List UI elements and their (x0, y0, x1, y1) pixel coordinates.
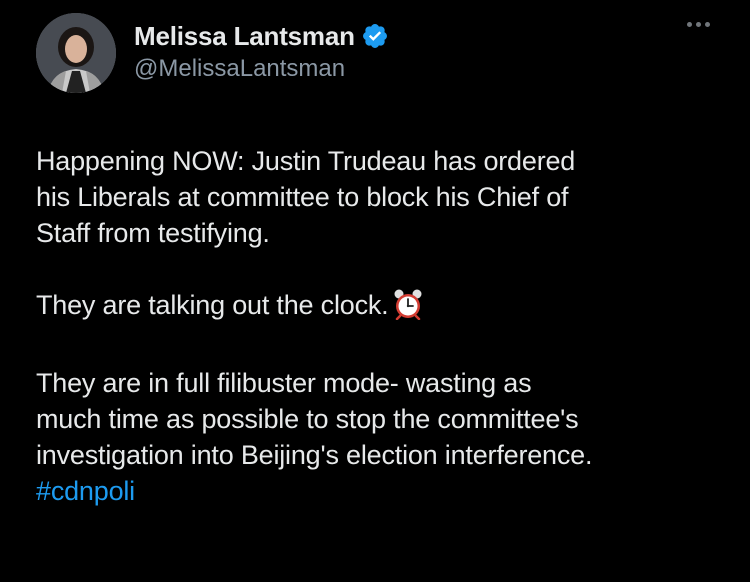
text-line: his Liberals at committee to block his C… (36, 182, 569, 212)
text-line: investigation into Beijing's election in… (36, 440, 593, 470)
author-name-row: Melissa Lantsman (134, 19, 389, 53)
more-dot (687, 22, 692, 27)
more-dot (696, 22, 701, 27)
tweet-paragraph-1: Happening NOW: Justin Trudeau has ordere… (36, 143, 726, 251)
text-line: They are talking out the clock. (36, 290, 389, 320)
text-line: much time as possible to stop the commit… (36, 404, 579, 434)
avatar-image (36, 13, 116, 93)
tweet-header: Melissa Lantsman @MelissaLantsman (134, 19, 389, 83)
text-line: They are in full filibuster mode- wastin… (36, 368, 532, 398)
text-line: Happening NOW: Justin Trudeau has ordere… (36, 146, 576, 176)
alarm-clock-icon (393, 288, 423, 329)
verified-badge-icon (361, 22, 389, 50)
profile-avatar[interactable] (36, 13, 116, 93)
more-dot (705, 22, 710, 27)
text-line: Staff from testifying. (36, 218, 270, 248)
tweet-text: Happening NOW: Justin Trudeau has ordere… (36, 143, 726, 509)
hashtag-link[interactable]: #cdnpoli (36, 476, 135, 506)
more-options-icon[interactable] (687, 22, 710, 27)
author-handle[interactable]: @MelissaLantsman (134, 55, 389, 83)
tweet-paragraph-3: They are in full filibuster mode- wastin… (36, 365, 726, 509)
tweet-card: Melissa Lantsman @MelissaLantsman Happen… (0, 0, 750, 582)
tweet-paragraph-2: They are talking out the clock. (36, 287, 726, 329)
author-display-name[interactable]: Melissa Lantsman (134, 21, 355, 52)
